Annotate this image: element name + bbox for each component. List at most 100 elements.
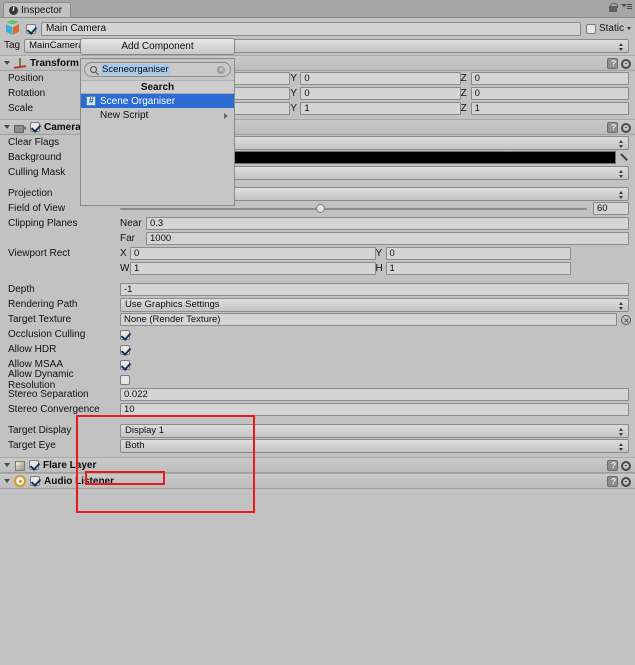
target-eye-dropdown[interactable]: Both	[120, 438, 629, 453]
static-checkbox[interactable]	[585, 23, 596, 34]
component-header-audio-listener[interactable]: Audio Listener	[0, 473, 635, 489]
row-label: Rendering Path	[8, 299, 78, 310]
viewport-h-field[interactable]: 1	[385, 262, 571, 275]
help-icon[interactable]	[607, 476, 618, 487]
occlusion-culling-checkbox[interactable]	[120, 329, 130, 340]
gear-icon[interactable]	[621, 58, 631, 69]
scale-y-field[interactable]: 1	[300, 102, 461, 115]
gameobject-name-field[interactable]: Main Camera	[41, 21, 581, 36]
camera-allow-hdr-row: Allow HDR	[0, 342, 635, 357]
panel-menu-icon[interactable]	[621, 3, 632, 12]
rendering-path-dropdown[interactable]: Use Graphics Settings	[120, 297, 629, 312]
add-component-area: Add Component Sceneorganiser Search Scen…	[80, 38, 235, 206]
row-label: Allow Dynamic Resolution	[8, 368, 74, 391]
clear-search-icon[interactable]	[217, 65, 225, 74]
target-texture-field[interactable]: None (Render Texture)	[120, 313, 617, 326]
camera-allow-dynres-row: Allow Dynamic Resolution	[0, 369, 635, 391]
chevron-down-icon[interactable]	[4, 125, 10, 129]
stereo-separation-field[interactable]: 0.022	[120, 388, 629, 401]
gear-icon[interactable]	[621, 122, 631, 133]
position-y-field[interactable]: 0	[300, 72, 461, 85]
camera-enabled-checkbox[interactable]	[30, 122, 40, 132]
camera-clipping-far-row: Far 1000	[0, 231, 635, 246]
rendering-path-value: Use Graphics Settings	[125, 299, 220, 310]
allow-msaa-checkbox[interactable]	[120, 359, 130, 370]
allow-dynamic-resolution-checkbox[interactable]	[120, 374, 130, 385]
audio-listener-enabled-checkbox[interactable]	[30, 476, 40, 486]
allow-hdr-checkbox[interactable]	[120, 344, 130, 355]
help-icon[interactable]	[607, 122, 618, 133]
clipping-near-field[interactable]: 0.3	[146, 217, 629, 230]
help-icon[interactable]	[607, 58, 618, 69]
target-display-dropdown[interactable]: Display 1	[120, 423, 629, 438]
static-toggle[interactable]: Static	[585, 23, 631, 34]
near-label: Near	[120, 218, 142, 229]
component-search-input[interactable]: Sceneorganiser	[84, 62, 231, 77]
component-result-new-script[interactable]: New Script	[81, 108, 234, 122]
chevron-down-icon[interactable]	[4, 61, 10, 65]
help-icon[interactable]	[607, 460, 618, 471]
fov-value-field[interactable]: 60	[593, 202, 629, 215]
clipping-far-field[interactable]: 1000	[146, 232, 629, 245]
search-icon	[90, 66, 97, 73]
add-component-label: Add Component	[121, 41, 194, 52]
row-label: Depth	[8, 284, 35, 295]
script-icon	[86, 96, 96, 106]
viewport-w-field[interactable]: 1	[130, 262, 376, 275]
slider-track	[120, 208, 587, 210]
target-eye-value: Both	[125, 440, 145, 451]
inspector-tab-controls	[609, 3, 632, 12]
inspector-body: Main Camera Static Tag MainCamera Layer	[0, 17, 635, 665]
inspector-panel: Inspector Main Camera Static	[0, 0, 635, 665]
inspector-tabstrip: Inspector	[0, 0, 635, 17]
viewport-x-field[interactable]: 0	[130, 247, 376, 260]
layer-dropdown[interactable]: Default	[179, 38, 629, 53]
component-header-flare-layer[interactable]: Flare Layer	[0, 457, 635, 473]
add-component-button[interactable]: Add Component	[80, 38, 235, 55]
info-icon	[9, 4, 18, 15]
chevron-updown-icon	[619, 190, 624, 200]
unity-editor-window: ≣ Hierarchy Create All	[0, 0, 635, 665]
object-picker-icon[interactable]	[621, 314, 631, 325]
tab-inspector-label: Inspector	[21, 4, 63, 16]
far-label: Far	[120, 233, 135, 244]
chevron-right-icon[interactable]	[4, 463, 10, 467]
chevron-updown-icon	[619, 169, 624, 179]
gameobject-name-value: Main Camera	[46, 23, 107, 34]
gameobject-enabled-checkbox[interactable]	[26, 23, 36, 34]
chevron-down-icon[interactable]	[627, 27, 631, 30]
rotation-z-field[interactable]: 0	[470, 87, 629, 100]
flare-layer-enabled-checkbox[interactable]	[29, 460, 39, 470]
gear-icon[interactable]	[621, 476, 631, 487]
component-title: Camera	[44, 121, 81, 133]
search-section-header: Search	[81, 80, 234, 94]
chevron-updown-icon	[619, 42, 624, 52]
component-title: Transform	[30, 57, 79, 69]
rotation-y-field[interactable]: 0	[300, 87, 461, 100]
row-label: Target Display	[8, 425, 72, 436]
camera-occlusion-culling-row: Occlusion Culling	[0, 327, 635, 342]
depth-field[interactable]: -1	[120, 283, 629, 296]
audio-icon	[14, 475, 26, 487]
lock-icon[interactable]	[609, 3, 618, 12]
slider-knob[interactable]	[316, 204, 326, 213]
tag-value: MainCamera	[29, 40, 84, 51]
component-search-value: Sceneorganiser	[101, 64, 170, 75]
transform-icon	[14, 57, 26, 69]
flare-icon	[14, 460, 25, 471]
component-result-scene-organiser[interactable]: Scene Organiser	[81, 94, 234, 108]
viewport-y-field[interactable]: 0	[385, 247, 571, 260]
eyedropper-icon[interactable]	[620, 152, 631, 164]
position-z-field[interactable]: 0	[470, 72, 629, 85]
component-title: Flare Layer	[43, 459, 97, 471]
row-label: Viewport Rect	[8, 248, 71, 259]
tag-label: Tag	[4, 40, 21, 51]
chevron-right-icon[interactable]	[4, 479, 10, 483]
stereo-convergence-field[interactable]: 10	[120, 403, 629, 416]
scale-z-field[interactable]: 1	[470, 102, 629, 115]
tab-inspector[interactable]: Inspector	[3, 2, 72, 17]
camera-icon	[14, 122, 26, 133]
gear-icon[interactable]	[621, 460, 631, 471]
target-display-value: Display 1	[125, 425, 165, 436]
row-label: Occlusion Culling	[8, 329, 86, 340]
